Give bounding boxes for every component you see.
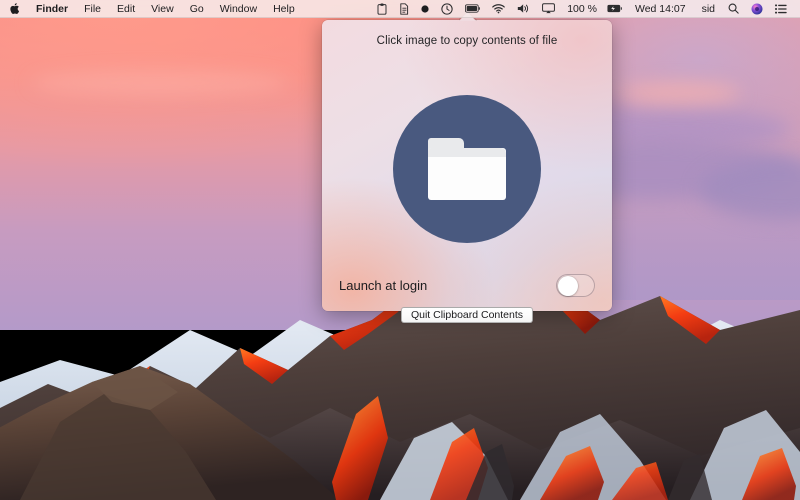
cloud (620, 82, 740, 104)
folder-lip (428, 148, 506, 157)
menu-bar-user[interactable]: sid (695, 0, 722, 18)
quit-clipboard-contents-button[interactable]: Quit Clipboard Contents (400, 307, 534, 323)
volume-glyph (518, 4, 529, 13)
airplay-glyph (542, 3, 556, 14)
launch-at-login-toggle[interactable] (556, 273, 595, 297)
wifi-icon[interactable] (486, 0, 511, 18)
notification-center-glyph (775, 3, 787, 14)
menu-item-file[interactable]: File (76, 0, 109, 18)
battery-glyph (465, 4, 481, 13)
battery-charged-icon[interactable] (603, 0, 626, 18)
launch-at-login-row: Launch at login (322, 272, 612, 298)
clock-icon[interactable] (435, 0, 459, 18)
menu-item-view[interactable]: View (143, 0, 182, 18)
document-icon[interactable] (393, 0, 415, 18)
menu-bar-clock[interactable]: Wed 14:07 (626, 0, 695, 18)
copy-file-contents-button[interactable] (393, 95, 541, 243)
apple-logo-icon (10, 3, 19, 14)
menu-bar-left: Finder File Edit View Go Window Help (0, 0, 303, 18)
toggle-knob (558, 275, 578, 296)
airplay-icon[interactable] (536, 0, 561, 18)
menu-item-help[interactable]: Help (265, 0, 303, 18)
clock-glyph (441, 2, 453, 15)
volume-icon[interactable] (511, 0, 536, 18)
menu-item-finder[interactable]: Finder (28, 0, 76, 18)
cloud (30, 70, 290, 96)
wifi-glyph (492, 4, 505, 14)
screen: Finder File Edit View Go Window Help 100… (0, 0, 800, 500)
menu-bar: Finder File Edit View Go Window Help 100… (0, 0, 800, 18)
clipboard-icon[interactable] (371, 0, 393, 18)
apple-menu-button[interactable] (0, 3, 28, 14)
popover-title: Click image to copy contents of file (376, 35, 558, 47)
battery-percent-label[interactable]: 100 % (561, 0, 603, 18)
battery-icon[interactable] (459, 0, 486, 18)
document-glyph (400, 2, 409, 15)
menu-item-go[interactable]: Go (182, 0, 212, 18)
clipboard-contents-popover: Click image to copy contents of file Lau… (322, 20, 612, 323)
menu-bar-status-area: 100 % Wed 14:07 sid (371, 0, 800, 18)
file-icon-circle (393, 95, 541, 243)
siri-icon[interactable] (745, 0, 769, 18)
launch-at-login-label: Launch at login (339, 277, 428, 293)
search-glyph (728, 3, 739, 14)
menu-item-window[interactable]: Window (212, 0, 265, 18)
folder-icon (428, 138, 506, 200)
battery-badge-glyph (607, 4, 622, 13)
dot-icon[interactable] (415, 0, 435, 18)
clipboard-glyph (377, 2, 387, 15)
siri-glyph (751, 3, 763, 14)
dot-glyph (421, 4, 429, 13)
notification-center-icon[interactable] (769, 0, 793, 18)
menu-item-edit[interactable]: Edit (109, 0, 143, 18)
search-icon[interactable] (722, 0, 745, 18)
